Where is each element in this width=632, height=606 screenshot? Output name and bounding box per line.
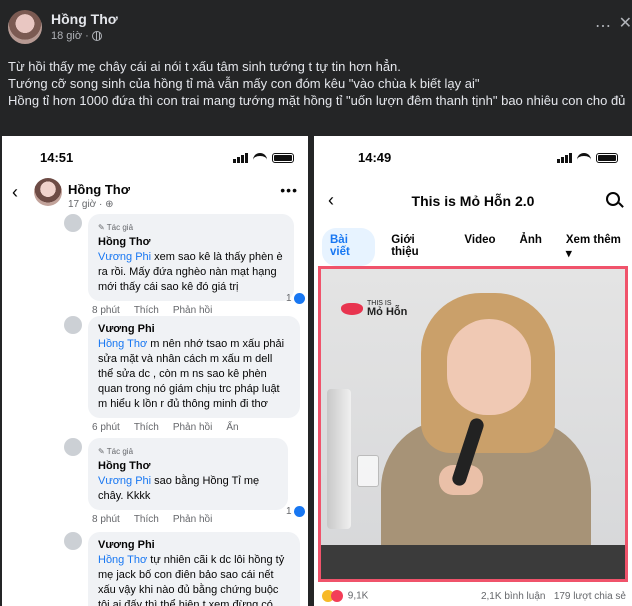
search-icon[interactable] — [606, 192, 620, 206]
post-text-line: Hồng tỉ hơn 1000 đứa thì con trai mang t… — [8, 93, 626, 108]
reaction-number: 1 — [286, 506, 292, 518]
more-options-icon[interactable]: ••• — [280, 182, 298, 198]
comment-author[interactable]: Vương Phi — [98, 538, 290, 553]
comment: ✎ Tác giả Hồng Thơ Vương Phi xem sao kê … — [88, 214, 294, 316]
post-timestamp[interactable]: 18 giờ · — [51, 30, 102, 42]
wifi-icon — [577, 153, 591, 163]
status-icons — [233, 153, 294, 163]
signal-icon — [233, 153, 248, 163]
reaction-count[interactable]: 1 — [286, 506, 306, 518]
comment-time: 8 phút — [92, 305, 120, 316]
like-button[interactable]: Thích — [134, 422, 159, 433]
commenter-avatar[interactable] — [64, 532, 82, 550]
avatar[interactable] — [34, 178, 62, 206]
comment-time: 6 phút — [92, 422, 120, 433]
author-badge: ✎ Tác giả — [98, 447, 134, 456]
signal-icon — [557, 153, 572, 163]
status-bar: 14:51 — [2, 150, 308, 170]
commenter-avatar[interactable] — [64, 214, 82, 232]
profile-name[interactable]: Hồng Thơ — [68, 182, 130, 197]
status-time: 14:49 — [358, 150, 392, 165]
reaction-total: 9,1K — [347, 590, 369, 602]
comment-actions: 8 phút Thích Phản hồi — [88, 514, 288, 525]
reaction-count[interactable]: 1 — [286, 293, 306, 305]
tab-posts[interactable]: Bài viết — [322, 228, 376, 266]
post-stats: 9,1K 2,1K bình luận 179 lượt chia sẻ — [322, 590, 626, 602]
table-shape — [321, 545, 625, 579]
comment-author[interactable]: Hồng Thơ — [98, 459, 278, 474]
hide-button[interactable]: Ẩn — [226, 422, 238, 433]
love-icon — [331, 590, 343, 602]
logo-big-text: Mỏ Hỗn — [367, 306, 408, 318]
post-time[interactable]: 18 giờ · — [51, 30, 89, 42]
like-icon — [294, 293, 306, 304]
comment: Vương Phi Hồng Thơ m nên nhớ tsao m xấu … — [88, 316, 300, 433]
comment-bubble: ✎ Tác giả Hồng Thơ Vương Phi xem sao kê … — [88, 214, 294, 301]
glass-shape — [357, 455, 379, 487]
mention-link[interactable]: Vương Phi — [98, 251, 151, 263]
right-screenshot: 14:49 ‹ This is Mỏ Hỗn 2.0 Bài viết Giới… — [314, 136, 632, 606]
comment: Vương Phi Hồng Thơ tự nhiên cãi k dc lôi… — [88, 532, 300, 606]
comment-count-text: 2,1K bình luận — [480, 590, 546, 602]
reaction-summary[interactable]: 9,1K — [322, 590, 368, 602]
tab-about[interactable]: Giới thiệu — [383, 228, 448, 266]
comment-bubble: ✎ Tác giả Hồng Thơ Vương Phi sao bằng Hồ… — [88, 438, 288, 510]
mention-link[interactable]: Hồng Thơ — [98, 338, 147, 350]
wifi-icon — [253, 153, 267, 163]
comment-actions: 6 phút Thích Phản hồi Ẩn — [88, 422, 300, 433]
video-thumbnail[interactable]: THIS IS Mỏ Hỗn — [318, 266, 628, 582]
post-author[interactable]: Hồng Thơ — [51, 11, 118, 27]
comment-bubble: Vương Phi Hồng Thơ tự nhiên cãi k dc lôi… — [88, 532, 300, 606]
post-text: Từ hồi thấy mẹ chây cái ai nói t xấu tâm… — [8, 58, 628, 109]
reaction-number: 1 — [286, 293, 292, 305]
channel-logo: THIS IS Mỏ Hỗn — [341, 299, 407, 318]
tab-video[interactable]: Video — [456, 228, 503, 266]
page-tabs: Bài viết Giới thiệu Video Ảnh Xem thêm ▾ — [322, 228, 632, 266]
lips-icon — [341, 302, 363, 315]
mention-link[interactable]: Vương Phi — [98, 475, 151, 487]
reply-button[interactable]: Phản hồi — [173, 514, 212, 525]
page-title: This is Mỏ Hỗn 2.0 — [411, 193, 535, 209]
like-button[interactable]: Thích — [134, 514, 159, 525]
status-bar: 14:49 — [314, 150, 632, 170]
comment: ✎ Tác giả Hồng Thơ Vương Phi sao bằng Hồ… — [88, 438, 288, 525]
comment-time: 8 phút — [92, 514, 120, 525]
battery-icon — [272, 153, 294, 163]
like-button[interactable]: Thích — [134, 305, 159, 316]
tab-more[interactable]: Xem thêm ▾ — [558, 228, 632, 266]
post-text-line: Tướng cỡ song sinh của hồng tỉ mà vẫn mấ… — [8, 76, 480, 91]
like-icon — [294, 506, 306, 517]
post-header: Hồng Thơ 18 giờ · ⋯ ✕ — [0, 0, 632, 52]
share-count-text: 179 lượt chia sẻ — [553, 590, 626, 602]
comment-count[interactable]: 2,1K bình luận 179 lượt chia sẻ — [481, 591, 626, 602]
commenter-avatar[interactable] — [64, 316, 82, 334]
logo-text: THIS IS Mỏ Hỗn — [367, 299, 407, 318]
left-screenshot: 14:51 ‹ Hồng Thơ 17 giờ · ⊕ ••• ✎ Tác gi… — [2, 136, 308, 606]
author-badge: ✎ Tác giả — [98, 223, 134, 232]
reply-button[interactable]: Phản hồi — [173, 305, 212, 316]
status-time: 14:51 — [40, 150, 74, 165]
comment-actions: 8 phút Thích Phản hồi — [88, 305, 294, 316]
comment-bubble: Vương Phi Hồng Thơ m nên nhớ tsao m xấu … — [88, 316, 300, 418]
tab-photos[interactable]: Ảnh — [512, 228, 550, 266]
more-options-icon[interactable]: ⋯ — [595, 16, 612, 36]
bottle-shape — [327, 389, 351, 529]
profile-time: 17 giờ · ⊕ — [68, 199, 114, 210]
person-face — [447, 319, 531, 415]
reply-button[interactable]: Phản hồi — [173, 422, 212, 433]
back-icon[interactable]: ‹ — [12, 182, 18, 203]
globe-icon — [91, 31, 102, 41]
mention-link[interactable]: Hồng Thơ — [98, 554, 147, 566]
comment-author[interactable]: Hồng Thơ — [98, 235, 284, 250]
post-text-line: Từ hồi thấy mẹ chây cái ai nói t xấu tâm… — [8, 59, 401, 74]
commenter-avatar[interactable] — [64, 438, 82, 456]
close-icon[interactable]: ✕ — [619, 13, 632, 33]
status-icons — [557, 153, 618, 163]
battery-icon — [596, 153, 618, 163]
comment-author[interactable]: Vương Phi — [98, 322, 290, 337]
author-avatar[interactable] — [8, 10, 42, 44]
